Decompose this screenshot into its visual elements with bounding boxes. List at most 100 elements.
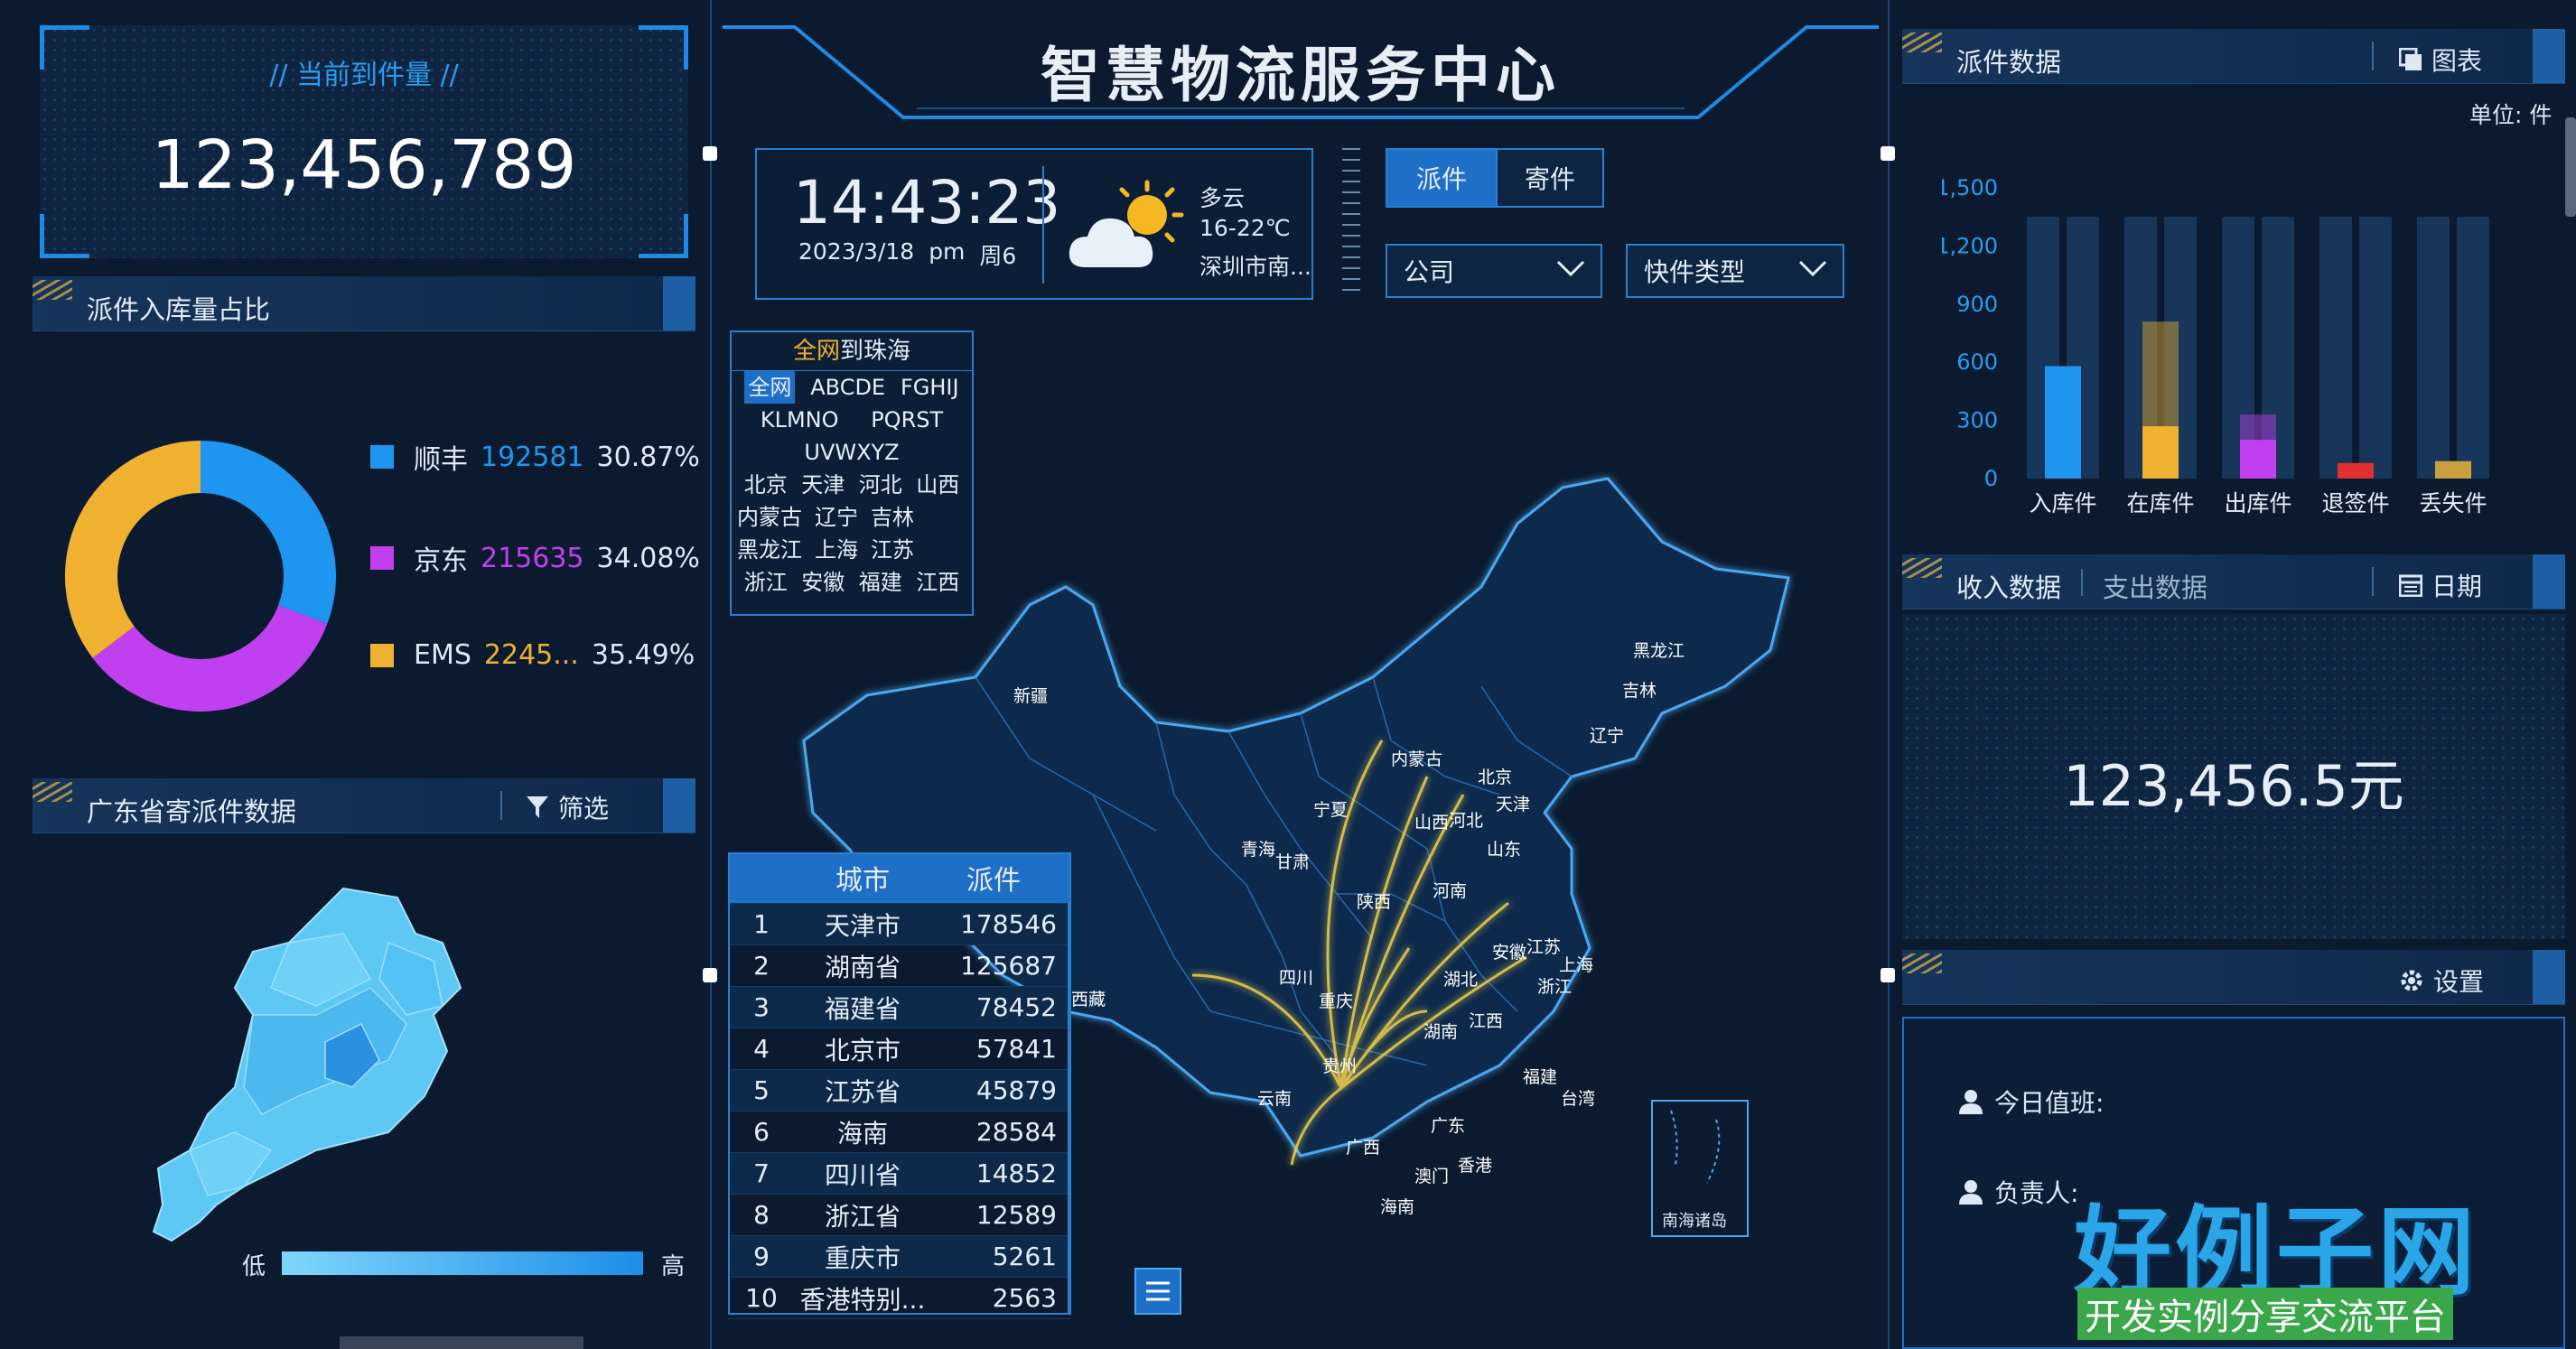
table-header-row: 城市 派件: [728, 852, 1071, 904]
company-select-value: 公司: [1404, 257, 1455, 287]
bottom-scrollbar[interactable]: [340, 1336, 583, 1349]
table-row[interactable]: 3 福建省 78452: [728, 987, 1071, 1028]
city-cell: 江苏省: [824, 1076, 901, 1107]
toggle-receive-button[interactable]: 寄件: [1496, 148, 1604, 208]
settings-button[interactable]: 设置: [2399, 963, 2484, 999]
legend-swatch: [370, 445, 394, 469]
count-cell: 45879: [975, 1075, 1057, 1105]
city-filter-letters[interactable]: FGHIJ: [901, 371, 959, 404]
page-title: 智慧物流服务中心: [1041, 41, 1561, 110]
table-row[interactable]: 4 北京市 57841: [728, 1028, 1071, 1070]
city-filter-title-highlight: 全网: [792, 338, 840, 365]
company-select[interactable]: 公司: [1386, 244, 1602, 298]
date-button[interactable]: 日期: [2399, 567, 2482, 603]
bar[interactable]: [2240, 440, 2276, 479]
map-label: 广西: [1346, 1138, 1381, 1158]
weather-temp: 16-22℃: [1199, 215, 1291, 241]
map-label: 河南: [1433, 881, 1468, 901]
map-label: 辽宁: [1590, 726, 1625, 746]
divider-handle[interactable]: [1881, 146, 1895, 161]
income-header: 收入数据 支出数据 日期: [1902, 554, 2565, 609]
bar[interactable]: [2045, 366, 2081, 479]
side-scrollbar[interactable]: [2565, 117, 2576, 217]
type-select-value: 快件类型: [1644, 257, 1746, 287]
type-select[interactable]: 快件类型: [1626, 244, 1844, 298]
settings-label: 设置: [2433, 967, 2485, 997]
guangdong-header: 广东省寄派件数据 筛选: [33, 778, 695, 833]
map-label: 内蒙古: [1391, 749, 1443, 769]
bar[interactable]: [2338, 462, 2374, 479]
city-cell: 福建省: [824, 993, 901, 1024]
x-category-label: 出库件: [2224, 490, 2291, 516]
city-filter-letters[interactable]: PQRST: [871, 404, 943, 436]
toggle-send-button[interactable]: 派件: [1386, 148, 1498, 208]
map-label: 北京: [1478, 768, 1513, 787]
clock-time: 14:43:23: [793, 168, 1061, 237]
divider-handle[interactable]: [703, 968, 717, 982]
bar-stack-top[interactable]: [2142, 321, 2179, 427]
map-label: 海南: [1380, 1197, 1415, 1217]
expense-tab[interactable]: 支出数据: [2103, 567, 2207, 605]
clock-ampm: pm: [929, 238, 966, 265]
weather-location: 深圳市南...: [1199, 254, 1311, 280]
map-label: 新疆: [1013, 686, 1049, 706]
legend-pct: 34.08%: [596, 542, 700, 574]
legend-swatch: [370, 643, 394, 667]
map-label: 澳门: [1414, 1167, 1450, 1186]
table-row[interactable]: 6 海南 28584: [728, 1112, 1071, 1153]
legend-count: 215635: [481, 542, 584, 574]
divider-handle[interactable]: [1881, 968, 1895, 982]
map-label: 安徽: [1492, 943, 1527, 963]
header-count: 派件: [966, 865, 1021, 897]
city-filter-letters[interactable]: KLMNO: [761, 404, 839, 436]
bar-stack-top[interactable]: [2240, 414, 2276, 441]
bar-track: [2319, 217, 2352, 479]
y-tick-label: 900: [1956, 292, 1998, 317]
count-cell: 12589: [975, 1200, 1057, 1230]
city-filter-all[interactable]: 全网: [744, 371, 796, 404]
warehouse-ratio-header: 派件入库量占比: [33, 276, 695, 331]
y-tick-label: 300: [1956, 408, 1998, 433]
table-row[interactable]: 10 香港特别... 2563: [728, 1278, 1071, 1319]
table-row[interactable]: 8 浙江省 12589: [728, 1195, 1071, 1236]
city-filter-province[interactable]: 浙江: [744, 566, 788, 599]
bar[interactable]: [2142, 426, 2179, 479]
legend-high-label: 高: [661, 1253, 686, 1280]
table-row[interactable]: 1 天津市 178546: [728, 904, 1071, 945]
rank-cell: 3: [753, 992, 770, 1022]
total-arrivals-card: // 当前到件量 // 123,456,789: [40, 25, 688, 258]
user-icon: [1959, 1090, 1983, 1114]
table-row[interactable]: 5 江苏省 45879: [728, 1070, 1071, 1112]
donut-slice[interactable]: [65, 441, 201, 658]
map-label: 香港: [1458, 1156, 1493, 1176]
divider-handle[interactable]: [703, 146, 717, 161]
x-category-label: 在库件: [2126, 490, 2194, 516]
city-filter-province[interactable]: 黑龙江: [737, 534, 802, 566]
city-filter-letters[interactable]: ABCDE: [810, 371, 885, 404]
rank-cell: 1: [753, 909, 770, 939]
south-sea-islands-icon: [1670, 1110, 1721, 1184]
table-scrollbar[interactable]: [1068, 903, 1071, 1313]
bar[interactable]: [2435, 461, 2471, 479]
city-filter-letters[interactable]: UVWXYZ: [804, 440, 899, 465]
table-row[interactable]: 7 四川省 14852: [728, 1153, 1071, 1195]
chart-view-button[interactable]: 图表: [2399, 42, 2482, 78]
count-cell: 2563: [992, 1283, 1057, 1313]
rank-cell: 10: [745, 1283, 778, 1313]
table-row[interactable]: 2 湖南省 125687: [728, 945, 1071, 987]
income-tab[interactable]: 收入数据: [1956, 567, 2061, 605]
guangdong-map: [152, 887, 462, 1242]
city-filter-province[interactable]: 北京: [744, 469, 788, 501]
menu-button[interactable]: [1134, 1268, 1181, 1315]
table-row[interactable]: 9 重庆市 5261: [728, 1236, 1071, 1278]
clock-weather-box: 14:43:23 2023/3/18 pm 周6 多云 16-22℃ 深圳市南.…: [755, 148, 1313, 300]
map-label: 陕西: [1357, 892, 1392, 912]
count-cell: 28584: [975, 1117, 1057, 1147]
weather-condition: 多云: [1199, 185, 1246, 211]
legend-count: 192581: [481, 441, 584, 473]
filter-button[interactable]: 筛选: [526, 789, 609, 825]
city-filter-province[interactable]: 内蒙古: [737, 501, 802, 534]
dispatch-bar-chart: 1,500 1,200 900 600 300 0 入库件 在库件 出库件 退签件 丢失件: [1942, 175, 2489, 516]
gear-icon: [2401, 970, 2422, 991]
rank-cell: 6: [753, 1117, 770, 1147]
